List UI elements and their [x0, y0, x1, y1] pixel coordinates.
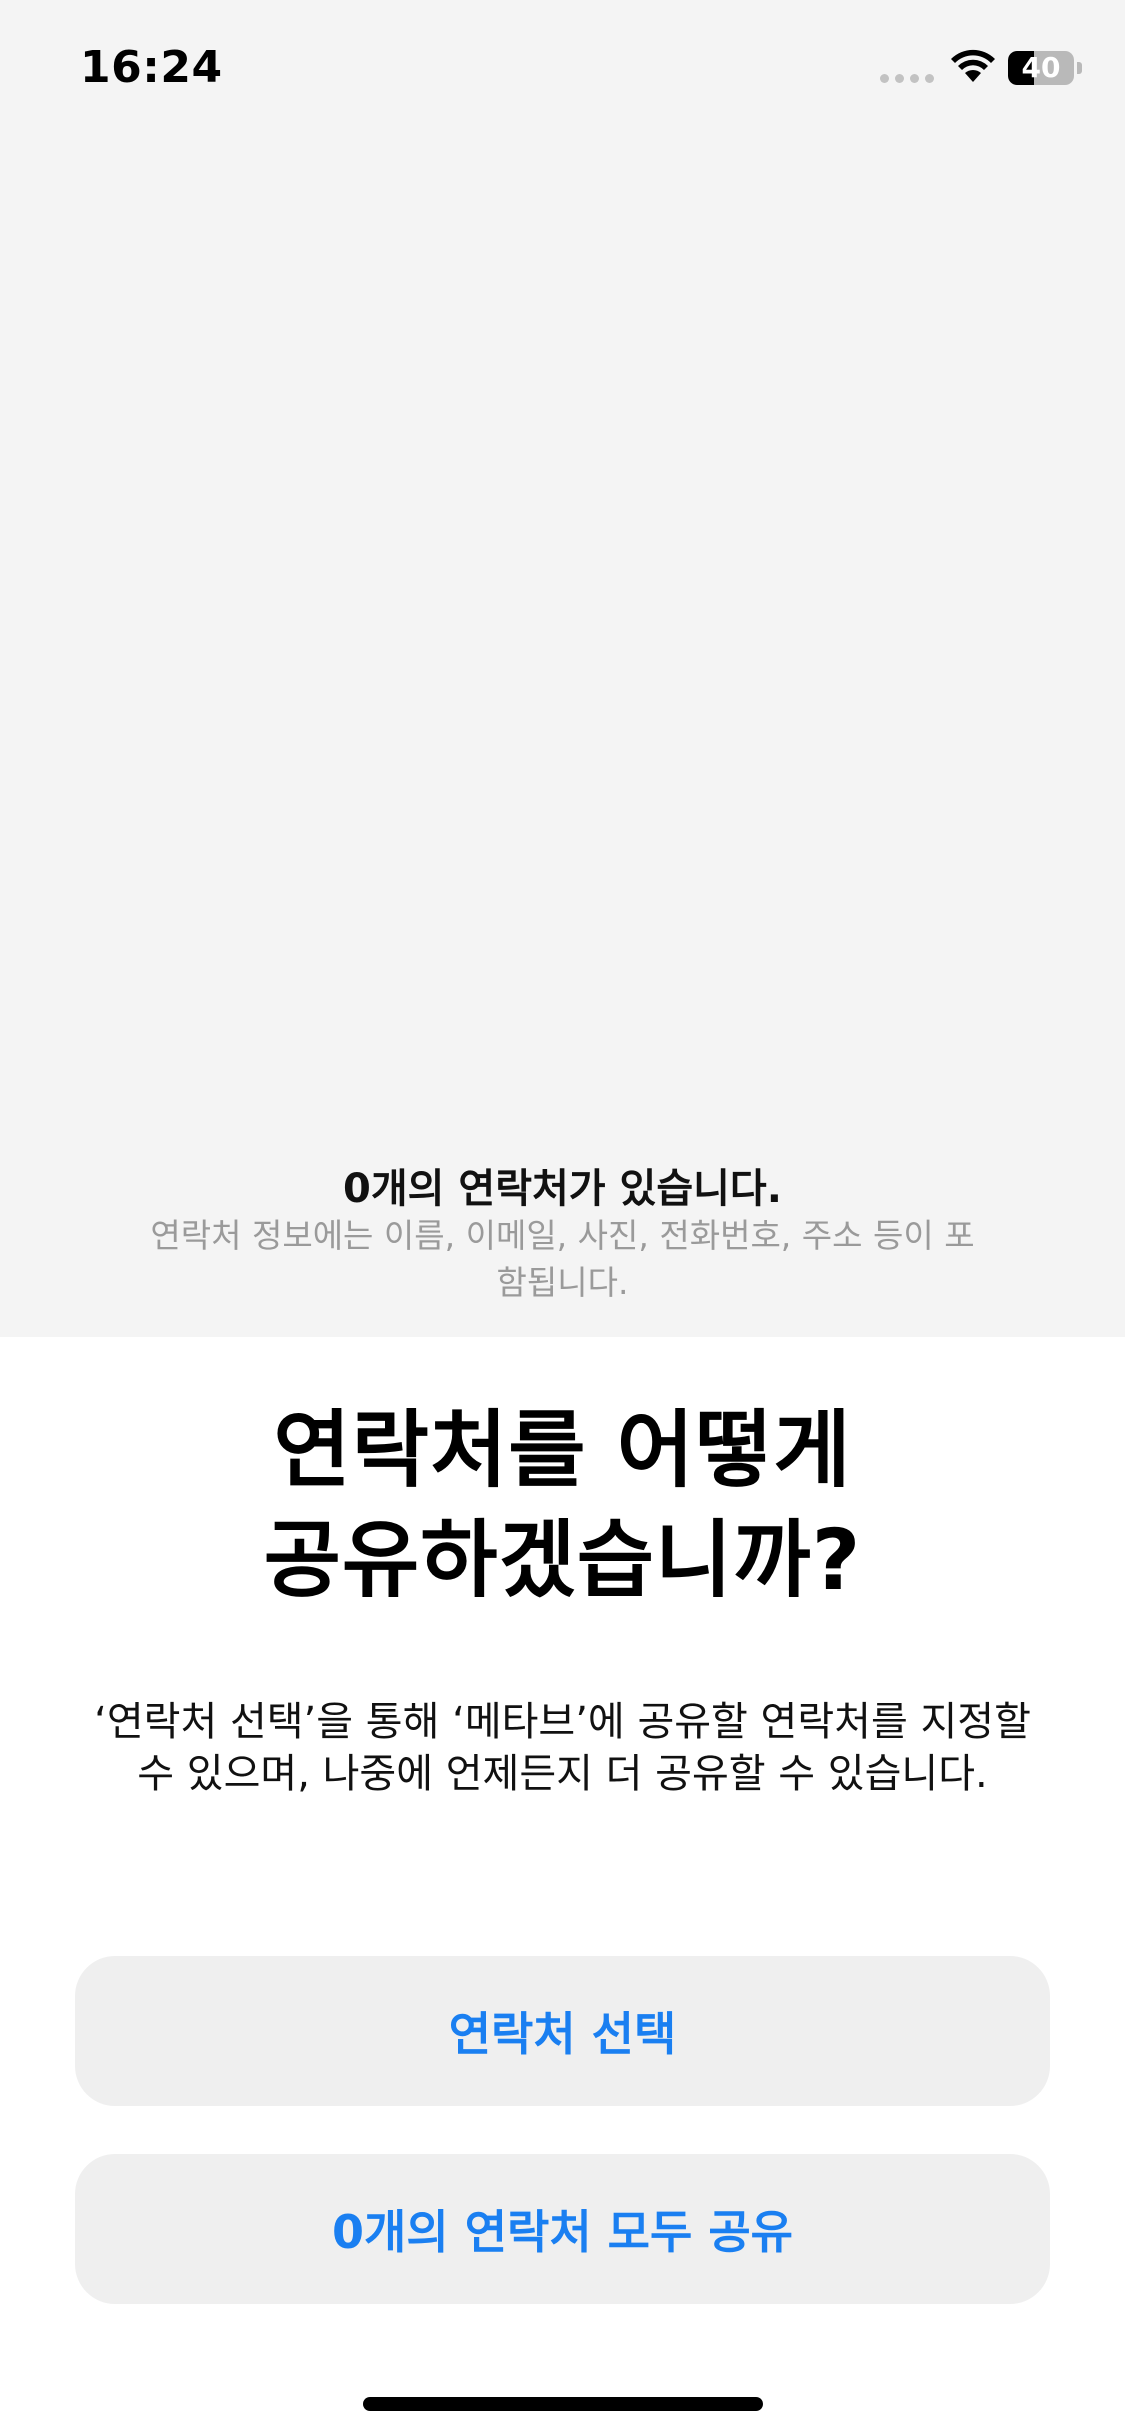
select-contacts-button[interactable]: 연락처 선택: [75, 1956, 1050, 2106]
wifi-icon: [951, 49, 995, 82]
share-all-contacts-button[interactable]: 0개의 연락처 모두 공유: [75, 2154, 1050, 2304]
sheet-description: ‘연락처 선택’을 통해 ‘메타브’에 공유할 연락처를 지정할 수 있으며, …: [94, 1699, 1031, 1797]
status-bar: 16:24 40: [0, 0, 1125, 140]
status-time: 16:24: [80, 42, 223, 93]
sheet-title-line2: 공유하겠습니까?: [263, 1511, 862, 1609]
contact-info-text: 연락처 정보에는 이름, 이메일, 사진, 전화번호, 주소 등이 포함됩니다.: [150, 1216, 975, 1302]
contact-count-text: 0개의 연락처가 있습니다.: [343, 1166, 782, 1212]
sheet-title-line1: 연락처를 어떻게: [273, 1401, 852, 1499]
battery-level: 40: [1021, 51, 1061, 84]
battery-icon: 40: [1008, 51, 1082, 85]
contacts-preview-area: 16:24 40 0개의 연락처가 있습니다. 연락처 정보에는 이름, 이메일…: [0, 0, 1125, 1337]
sheet-title: 연락처를 어떻게 공유하겠습니까?: [60, 1395, 1065, 1615]
home-indicator[interactable]: [363, 2397, 763, 2411]
signal-dots-icon: [880, 74, 934, 83]
